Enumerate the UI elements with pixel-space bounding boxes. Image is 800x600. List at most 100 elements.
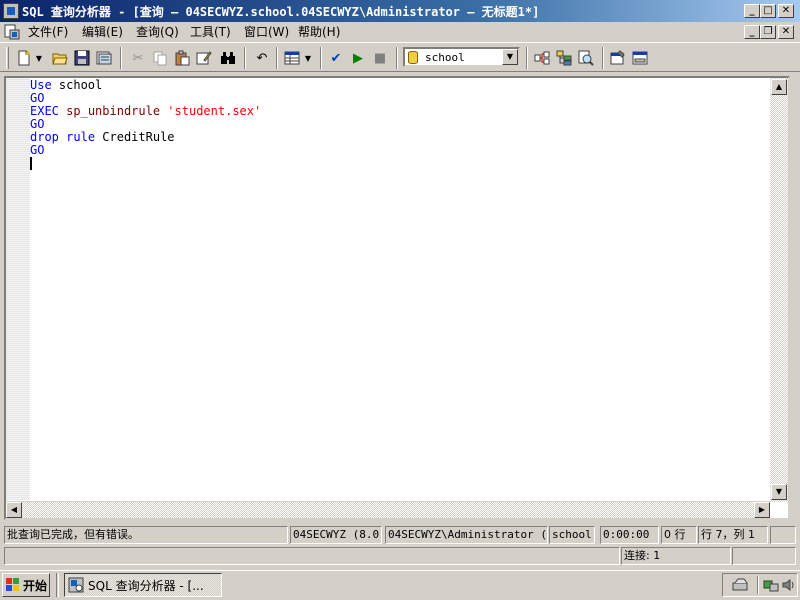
- load-script-icon[interactable]: [94, 48, 114, 68]
- toolbar-separator: [320, 47, 322, 69]
- toolbar-separator: [602, 47, 604, 69]
- status-connections: 连接: 1: [621, 547, 731, 565]
- paste-icon[interactable]: [172, 48, 192, 68]
- code-token: GO: [30, 143, 45, 157]
- code-token: GO: [30, 117, 45, 131]
- code-line[interactable]: EXEC sp_unbindrule 'student.sex': [30, 105, 768, 118]
- window-title: SQL 查询分析器 - [查询 — 04SECWYZ.school.04SECW…: [22, 5, 540, 19]
- close-button[interactable]: ✕: [778, 4, 794, 18]
- taskbar-grip: [56, 573, 59, 597]
- code-line[interactable]: Use school: [30, 79, 768, 92]
- database-select-value: school: [425, 51, 465, 64]
- find-binoculars-icon[interactable]: [218, 48, 238, 68]
- code-token: rule: [66, 130, 96, 144]
- scroll-down-icon[interactable]: ▼: [771, 484, 787, 500]
- status-server: 04SECWYZ (8.0): [290, 526, 382, 544]
- execute-play-icon[interactable]: ▶: [348, 48, 368, 68]
- code-line[interactable]: drop rule CreditRule: [30, 131, 768, 144]
- scroll-right-icon[interactable]: ▶: [754, 502, 770, 518]
- show-results-pane-icon[interactable]: [630, 48, 650, 68]
- editor-gutter: [6, 78, 30, 500]
- status-elapsed-time: 0:00:00: [600, 526, 659, 544]
- undo-icon[interactable]: ↶: [252, 48, 272, 68]
- code-token: Use: [30, 78, 52, 92]
- copy-icon[interactable]: [150, 48, 170, 68]
- code-token: CreditRule: [95, 130, 175, 144]
- child-minimize-button[interactable]: _: [744, 25, 760, 39]
- document-icon[interactable]: [4, 24, 20, 40]
- status-user: 04SECWYZ\Administrator (51: [385, 526, 548, 544]
- menu-tools[interactable]: 工具(T): [190, 24, 231, 40]
- menu-bar: 文件(F) 编辑(E) 查询(Q) 工具(T) 窗口(W) 帮助(H) _ ❐ …: [0, 22, 800, 42]
- code-token: 'student.sex': [167, 104, 262, 118]
- code-token: school: [51, 78, 103, 92]
- sql-server-service-icon[interactable]: [731, 577, 749, 593]
- menu-window[interactable]: 窗口(W): [244, 24, 289, 40]
- new-dropdown-icon[interactable]: ▼: [34, 48, 44, 68]
- current-connection-properties-icon[interactable]: [608, 48, 628, 68]
- new-query-icon[interactable]: [14, 48, 34, 68]
- maximize-button[interactable]: □: [760, 4, 776, 18]
- toolbar-separator: [244, 47, 246, 69]
- code-line[interactable]: GO: [30, 144, 768, 157]
- sql-analyzer-icon: [68, 577, 84, 593]
- status-message: 批查询已完成，但有错误。: [4, 526, 288, 544]
- child-close-button[interactable]: ✕: [778, 25, 794, 39]
- open-folder-icon[interactable]: [50, 48, 70, 68]
- execution-plan-icon[interactable]: [532, 48, 552, 68]
- stop-icon[interactable]: ■: [370, 48, 390, 68]
- windows-logo-icon: [6, 578, 20, 592]
- taskbar-item-sql-analyzer[interactable]: SQL 查询分析器 - [...: [64, 573, 222, 597]
- toolbar-separator: [526, 47, 528, 69]
- clear-window-icon[interactable]: [194, 48, 214, 68]
- text-caret: [30, 157, 32, 170]
- results-grid-icon[interactable]: [282, 48, 302, 68]
- code-token: drop: [30, 130, 59, 144]
- code-token: GO: [30, 91, 45, 105]
- status-row-count: 0 行: [661, 526, 697, 544]
- code-token: EXEC: [30, 104, 59, 118]
- toolbar-separator: [120, 47, 122, 69]
- results-dropdown-icon[interactable]: ▼: [303, 48, 313, 68]
- volume-icon[interactable]: [781, 577, 797, 593]
- toolbar: ▼ ✂ ↶ ▼ ✔ ▶ ■: [0, 42, 800, 72]
- status-empty-cell: [770, 526, 796, 544]
- start-label: 开始: [23, 578, 48, 593]
- code-token: sp_unbindrule: [66, 104, 161, 118]
- menu-edit[interactable]: 编辑(E): [82, 24, 123, 40]
- status2-empty-cell: [4, 547, 620, 565]
- parse-check-icon[interactable]: ✔: [326, 48, 346, 68]
- menu-help[interactable]: 帮助(H): [298, 24, 340, 40]
- menu-file[interactable]: 文件(F): [28, 24, 68, 40]
- minimize-button[interactable]: _: [744, 4, 760, 18]
- database-dropdown-icon[interactable]: ▼: [502, 49, 518, 65]
- scroll-left-icon[interactable]: ◀: [6, 502, 22, 518]
- start-button[interactable]: 开始: [2, 573, 50, 597]
- database-select[interactable]: school ▼: [403, 47, 520, 67]
- vertical-scrollbar[interactable]: ▲ ▼: [770, 78, 788, 502]
- horizontal-scroll-track[interactable]: [22, 502, 754, 518]
- child-restore-button[interactable]: ❐: [760, 25, 776, 39]
- cut-icon[interactable]: ✂: [128, 48, 148, 68]
- app-icon[interactable]: [3, 3, 19, 19]
- title-bar[interactable]: SQL 查询分析器 - [查询 — 04SECWYZ.school.04SECW…: [0, 0, 800, 22]
- status2-empty-cell-right: [732, 547, 796, 565]
- object-search-icon[interactable]: [576, 48, 596, 68]
- menu-query[interactable]: 查询(Q): [136, 24, 179, 40]
- object-browser-icon[interactable]: [554, 48, 574, 68]
- toolbar-grip[interactable]: [6, 47, 9, 69]
- save-icon[interactable]: [72, 48, 92, 68]
- horizontal-scrollbar[interactable]: ◀ ▶: [6, 501, 770, 518]
- network-icon[interactable]: [763, 577, 779, 593]
- query-editor[interactable]: Use school GO EXEC sp_unbindrule 'student.…: [30, 79, 768, 501]
- toolbar-separator: [276, 47, 278, 69]
- database-icon: [408, 51, 418, 64]
- status-cursor-position: 行 7，列 1: [698, 526, 768, 544]
- status-database: school: [549, 526, 595, 544]
- toolbar-separator: [396, 47, 398, 69]
- scroll-up-icon[interactable]: ▲: [771, 79, 787, 95]
- system-tray: [722, 573, 798, 597]
- taskbar-item-label: SQL 查询分析器 - [...: [88, 578, 204, 593]
- code-line[interactable]: [30, 157, 768, 170]
- tray-separator: [757, 576, 759, 594]
